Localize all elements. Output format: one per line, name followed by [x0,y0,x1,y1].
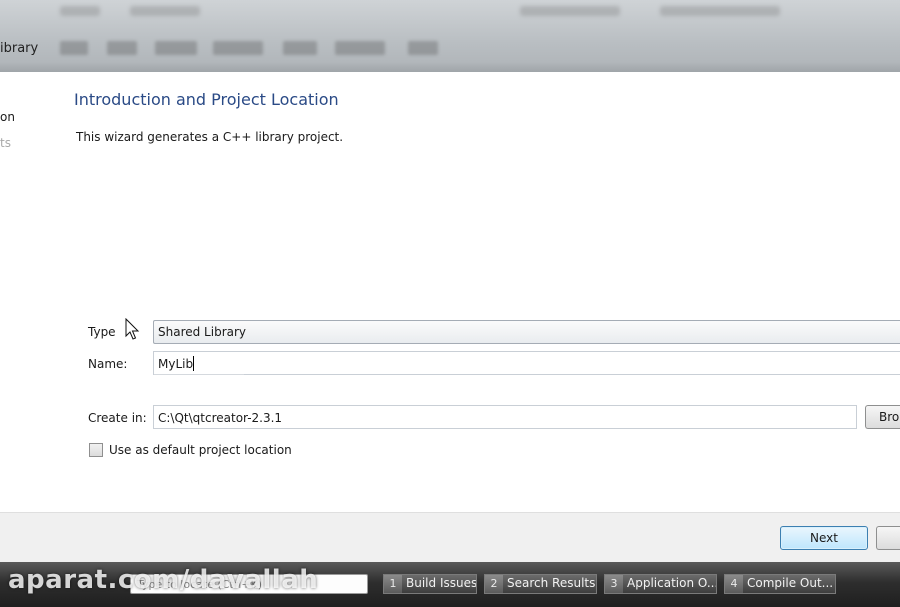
menu-item-debug[interactable] [213,41,263,55]
menu-item-help[interactable] [408,41,438,55]
wizard-step-summary: ts [0,136,11,150]
browse-button[interactable]: Bro [865,405,900,429]
default-location-label[interactable]: Use as default project location [109,443,292,457]
tab-search-results[interactable]: 2 Search Results [484,574,597,594]
menu-item-build[interactable] [155,41,197,55]
tab-number: 1 [384,575,402,593]
tab-label: Compile Out... [747,576,834,590]
tab-compile-output[interactable]: 4 Compile Out... [724,574,836,594]
wizard-page: Introduction and Project Location This w… [60,72,900,512]
menubar-fade [0,62,900,72]
text-caret [193,356,194,371]
name-input-value: MyLib [158,357,194,371]
wizard-window-title: ibrary [0,41,39,56]
name-label: Name: [88,357,128,371]
watermark-text: aparat.com/davallah [8,565,319,595]
cancel-button[interactable] [876,526,900,550]
name-input-underline [154,374,244,375]
app-menubar: ibrary [0,0,900,72]
menu-item-tools[interactable] [283,41,317,55]
menu-item-file[interactable] [60,41,88,55]
wizard-step-location: on [0,110,15,124]
blurred-menu-strip [130,6,200,16]
type-label: Type [88,325,116,339]
name-input[interactable]: MyLib [153,351,900,375]
menu-item-window[interactable] [335,41,385,55]
create-in-label: Create in: [88,411,147,425]
mouse-pointer-icon [125,318,140,340]
tab-label: Build Issues [406,576,477,590]
tab-application-output[interactable]: 3 Application O... [604,574,717,594]
menu-item-edit[interactable] [107,41,137,55]
tab-build-issues[interactable]: 1 Build Issues [383,574,477,594]
type-combobox[interactable]: Shared Library [153,320,900,344]
blurred-menu-strip [660,6,780,16]
blurred-menu-strip [60,6,100,16]
tab-number: 3 [605,575,623,593]
tab-label: Search Results [507,576,596,590]
type-combobox-value: Shared Library [158,325,247,339]
wizard-button-bar: Next [0,512,900,562]
tab-number: 2 [485,575,503,593]
blurred-menu-strip [520,6,620,16]
wizard-steps-sidebar: on ts [0,72,60,512]
create-in-input[interactable]: C:\Qt\qtcreator-2.3.1 [153,405,857,429]
tab-number: 4 [725,575,743,593]
page-title: Introduction and Project Location [74,90,339,109]
next-button[interactable]: Next [780,526,868,550]
default-location-checkbox[interactable] [89,443,103,457]
page-description: This wizard generates a C++ library proj… [76,130,344,144]
tab-label: Application O... [627,576,717,590]
create-in-input-value: C:\Qt\qtcreator-2.3.1 [158,411,283,425]
